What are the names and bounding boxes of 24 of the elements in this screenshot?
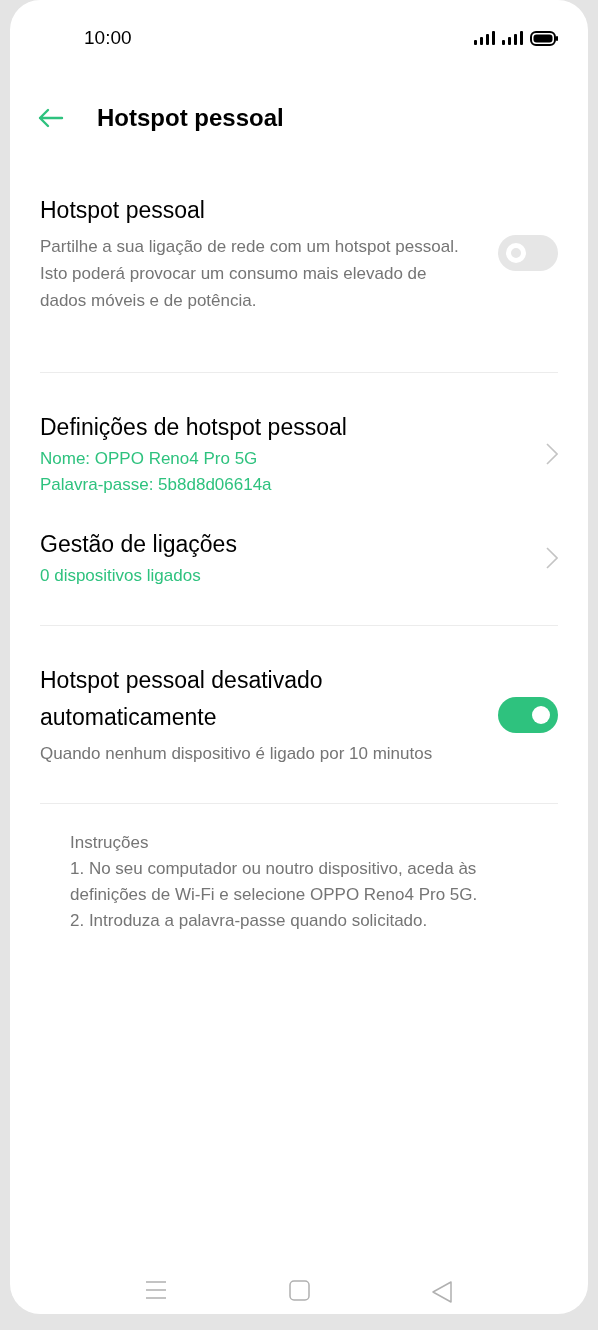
menu-icon[interactable] <box>145 1280 167 1300</box>
home-icon[interactable] <box>288 1280 310 1301</box>
signal-icon <box>474 31 496 45</box>
back-icon[interactable] <box>431 1280 453 1304</box>
setting-title: Gestão de ligações <box>40 530 238 559</box>
toggle-switch[interactable] <box>498 235 558 271</box>
battery-icon <box>530 30 558 46</box>
status-time: 10:00 <box>84 25 132 50</box>
chevron-icon[interactable] <box>546 546 558 569</box>
setting-detail: 0 dispositivos ligados <box>40 565 202 587</box>
setting-title: Hotspot pessoal <box>40 196 206 225</box>
setting-title: Hotspot pessoal desativado automaticamente <box>40 666 324 732</box>
instruction-text: 2. Introduza a palavra-passe quando solicitado. <box>70 910 429 932</box>
instruction-text: 1. No seu computador ou noutro dispositivo, aceda às definições de Wi-Fi e selecione OPPO Reno4 Pro 5G. <box>70 858 479 906</box>
page-title: Hotspot pessoal <box>97 103 284 133</box>
instructions-heading: Instruções <box>70 832 150 854</box>
setting-description: Partilhe a sua ligação de rede com um hotspot pessoal. Isto poderá provocar um consumo mais elevado de dados móveis e de potência. <box>40 236 460 312</box>
setting-detail: Nome: OPPO Reno4 Pro 5G <box>40 448 259 470</box>
setting-description: Quando nenhum dispositivo é ligado por 10 minutos <box>40 743 434 765</box>
setting-title: Definições de hotspot pessoal <box>40 413 348 442</box>
signal-icon <box>502 31 524 45</box>
chevron-icon[interactable] <box>546 442 558 465</box>
toggle-switch[interactable] <box>498 696 558 733</box>
setting-detail: Palavra-passe: 5b8d8d06614a <box>40 474 273 496</box>
